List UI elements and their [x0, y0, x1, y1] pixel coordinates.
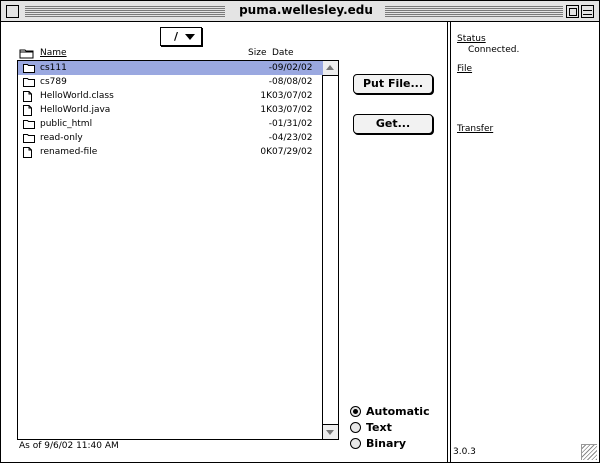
status-line: As of 9/6/02 11:40 AM [19, 441, 119, 451]
file-date: 03/07/02 [272, 91, 313, 101]
file-date: 03/07/02 [272, 105, 313, 115]
close-box[interactable] [6, 5, 19, 18]
zoom-box[interactable] [566, 5, 579, 18]
radio-label: Automatic [366, 405, 430, 418]
radio-label: Binary [366, 437, 407, 450]
title-stripes-left [25, 6, 225, 17]
file-size: 1K [260, 91, 272, 101]
window-title: puma.wellesley.edu [229, 3, 383, 17]
radio-label: Text [366, 421, 392, 434]
file-label: File [457, 64, 473, 74]
column-header-size[interactable]: Size [248, 48, 266, 58]
radio-indicator [350, 406, 361, 417]
file-row[interactable]: HelloWorld.class 1K 03/07/02 [18, 89, 323, 103]
version-label: 3.0.3 [453, 447, 476, 457]
file-name: read-only [40, 133, 83, 143]
scroll-down-arrow[interactable] [323, 424, 338, 439]
title-stripes-right [385, 6, 563, 17]
ftp-window: puma.wellesley.edu / Name Size Date cs11… [0, 0, 600, 463]
file-name: cs789 [40, 77, 67, 87]
file-name: renamed-file [40, 147, 98, 157]
file-row[interactable]: cs111-09/02/02 [18, 61, 323, 75]
status-value: Connected. [468, 45, 520, 55]
path-popup[interactable]: / [160, 27, 202, 46]
file-date: 09/02/02 [272, 63, 313, 73]
get-button[interactable]: Get... [353, 114, 433, 134]
radio-indicator [350, 438, 361, 449]
status-label: Status [457, 34, 486, 44]
file-date: 08/08/02 [272, 77, 313, 87]
file-row[interactable]: public_html -01/31/02 [18, 117, 323, 131]
title-bar[interactable]: puma.wellesley.edu [1, 1, 599, 22]
file-row[interactable]: cs789-08/08/02 [18, 75, 323, 89]
pane-divider[interactable] [447, 22, 451, 462]
resize-grip[interactable] [581, 444, 597, 460]
file-name: HelloWorld.java [40, 105, 111, 115]
file-row[interactable]: HelloWorld.java 1K 03/07/02 [18, 103, 323, 117]
collapse-box[interactable] [581, 5, 594, 18]
file-date: 04/23/02 [272, 133, 313, 143]
file-size: 0K [260, 147, 272, 157]
put-file-button[interactable]: Put File... [353, 74, 433, 94]
radio-indicator [350, 422, 361, 433]
file-date: 07/29/02 [272, 147, 313, 157]
chevron-down-icon [185, 34, 195, 40]
column-header-name[interactable]: Name [40, 48, 67, 58]
scroll-up-arrow[interactable] [323, 61, 338, 76]
folder-icon [19, 49, 34, 59]
file-date: 01/31/02 [272, 119, 313, 129]
file-name: cs111 [40, 63, 67, 73]
file-row[interactable]: renamed-file 0K 07/29/02 [18, 145, 323, 159]
file-size: 1K [260, 105, 272, 115]
file-row[interactable]: read-only -04/23/02 [18, 131, 323, 145]
file-list[interactable]: cs111-09/02/02 cs789-08/08/02 HelloWorld.c… [17, 60, 339, 440]
file-name: public_html [40, 119, 93, 129]
file-name: HelloWorld.class [40, 91, 114, 101]
transfer-label: Transfer [457, 124, 494, 134]
column-header-date[interactable]: Date [272, 48, 294, 58]
file-icon [23, 147, 32, 161]
path-popup-label: / [174, 30, 179, 43]
vertical-scrollbar[interactable] [322, 61, 338, 439]
